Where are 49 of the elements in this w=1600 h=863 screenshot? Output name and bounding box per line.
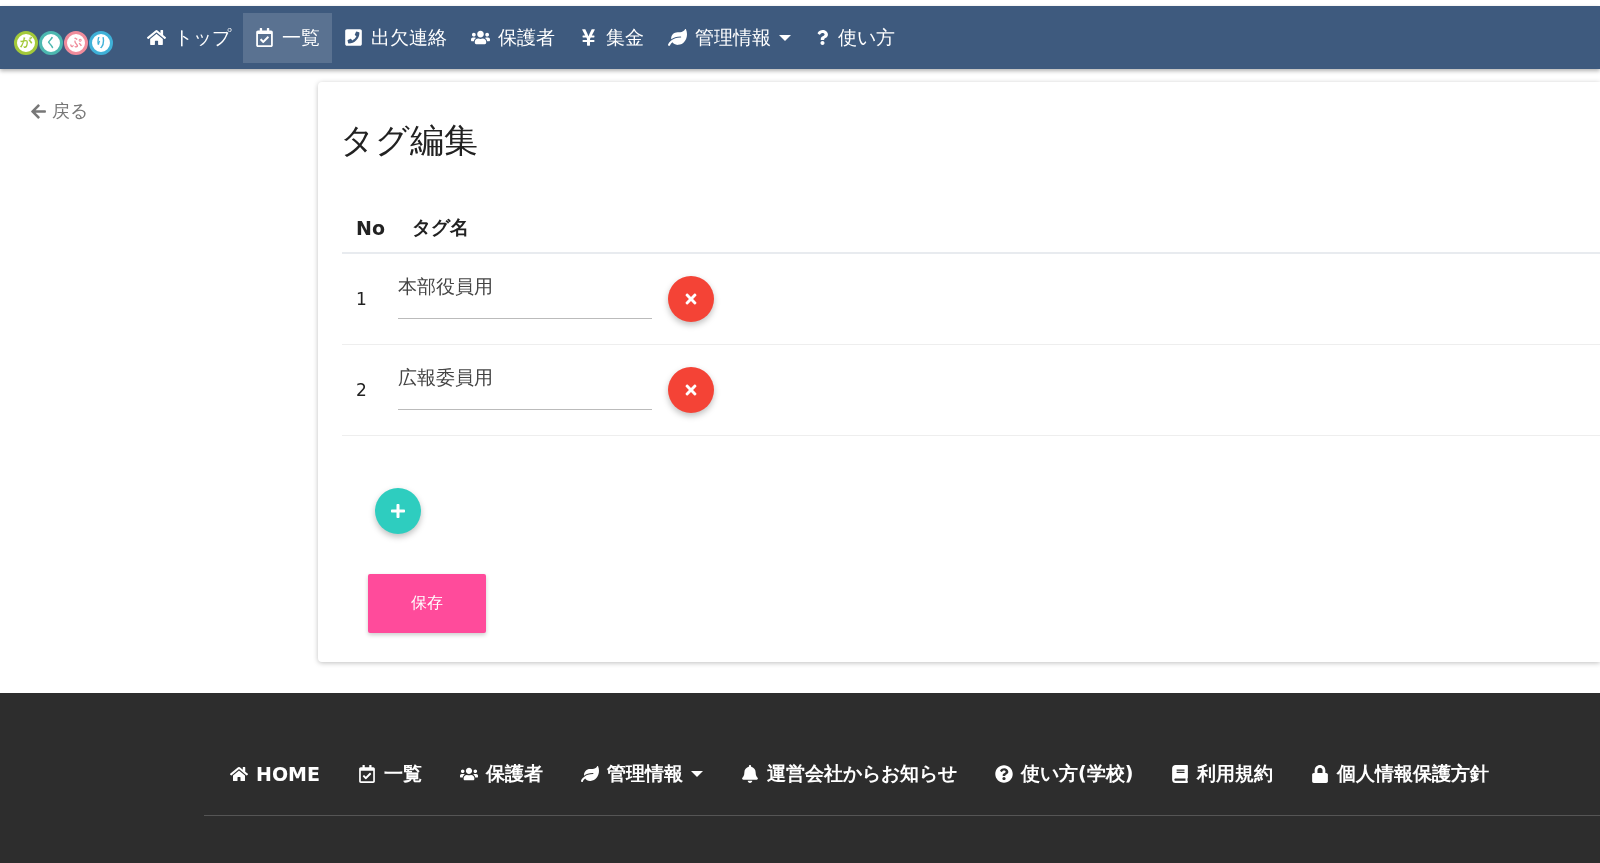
nav-link[interactable]: トップ: [135, 12, 243, 63]
footer-link[interactable]: 保護者: [459, 761, 543, 787]
lock-icon: [1311, 765, 1330, 783]
phone-icon: [344, 28, 363, 47]
arrow-left-icon: [30, 102, 47, 120]
users-icon: [471, 28, 490, 47]
nav-link[interactable]: 出欠連絡: [332, 12, 459, 63]
tag-name-field[interactable]: 本部役員用: [398, 275, 652, 319]
plus-icon: [390, 503, 406, 519]
nav-link[interactable]: 使い方: [803, 12, 907, 63]
calendar-check-icon: [255, 28, 274, 47]
close-icon: [683, 382, 699, 398]
row-number: 1: [355, 289, 368, 309]
footer-link[interactable]: HOME: [230, 763, 320, 785]
nav-link[interactable]: 一覧: [243, 12, 332, 63]
delete-button[interactable]: [668, 367, 714, 413]
footer-link[interactable]: 管理情報: [580, 761, 703, 787]
home-icon: [147, 28, 166, 47]
logo-letter: が: [14, 30, 38, 55]
logo-letter: ぷ: [64, 30, 88, 55]
nav-link[interactable]: 集金: [567, 12, 656, 63]
logo-letter: り: [89, 30, 113, 55]
delete-button[interactable]: [668, 276, 714, 322]
column-header: No: [355, 217, 386, 239]
close-icon: [683, 291, 699, 307]
bell-icon: [740, 765, 759, 783]
footer-link[interactable]: 利用規約: [1171, 761, 1274, 787]
help-icon: [994, 765, 1013, 783]
column-header: タグ名: [411, 215, 469, 240]
logo-letter: く: [39, 30, 63, 55]
home-icon: [230, 765, 248, 783]
footer-link[interactable]: 一覧: [357, 761, 422, 787]
calendar-check-icon: [357, 765, 376, 783]
footer-link[interactable]: 運営会社からお知らせ: [740, 761, 957, 787]
leaf-icon: [580, 765, 599, 783]
footer-link[interactable]: 使い方(学校): [994, 761, 1134, 787]
nav-link[interactable]: 管理情報: [656, 12, 803, 63]
users-icon: [459, 765, 478, 783]
add-button[interactable]: [375, 488, 421, 534]
row-number: 2: [355, 380, 368, 400]
book-icon: [1171, 765, 1190, 783]
leaf-icon: [668, 28, 687, 47]
nav-link[interactable]: 保護者: [459, 12, 567, 63]
footer-link[interactable]: 個人情報保護方針: [1311, 761, 1490, 787]
tag-name-field[interactable]: 広報委員用: [398, 366, 652, 410]
yen-icon: [579, 28, 598, 47]
help-icon: [815, 30, 830, 45]
back-link[interactable]: 戻る: [30, 99, 88, 123]
page-title: タグ編集: [340, 119, 479, 162]
